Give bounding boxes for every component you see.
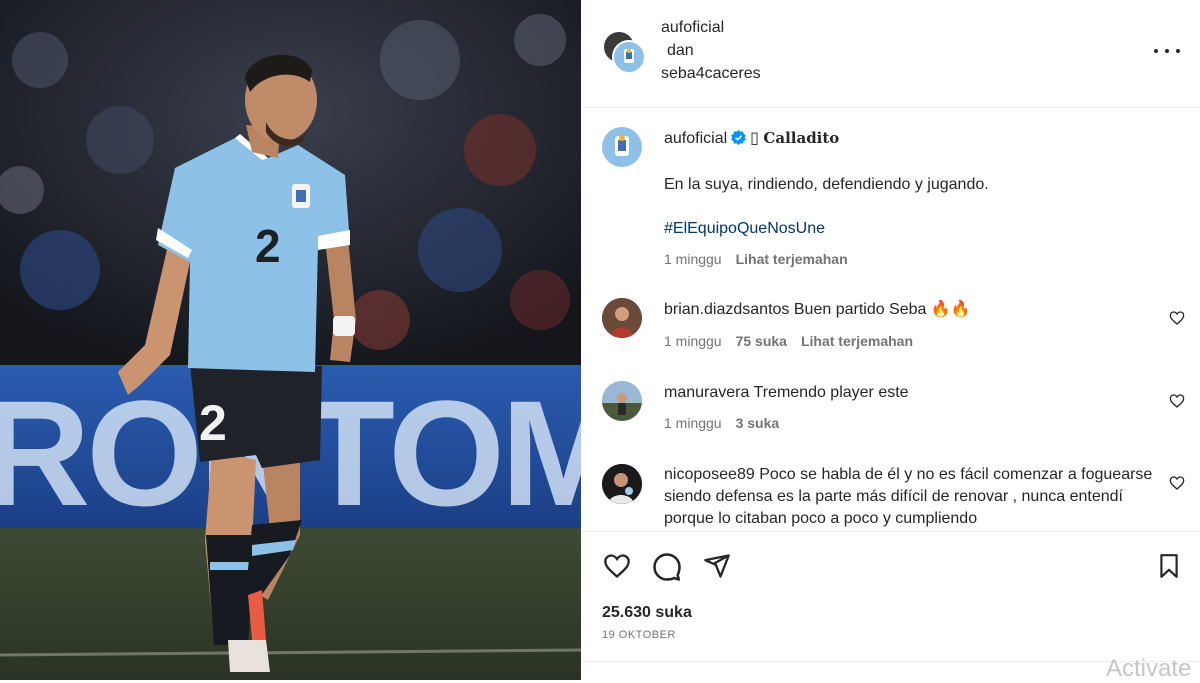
share-send-icon[interactable] [702, 552, 732, 580]
post-header: aufoficial dan seba4caceres [581, 0, 1200, 108]
commenter-avatar[interactable] [602, 298, 642, 338]
caption-first-line: aufoficial ▯ Calladito [664, 127, 1160, 150]
comment-translate-link[interactable]: Lihat terjemahan [801, 333, 913, 349]
caption-title: Calladito [763, 129, 840, 147]
post-details-panel: aufoficial dan seba4caceres aufoficial ▯ … [581, 0, 1200, 680]
comment-text: Buen partido Seba 🔥🔥 [793, 301, 971, 318]
comment-username[interactable]: manuravera [664, 384, 749, 401]
commenter-avatar[interactable] [602, 464, 642, 504]
comment-likes[interactable]: 75 suka [736, 333, 787, 349]
caption-text: En la suya, rindiendo, defendiendo y jug… [664, 176, 989, 193]
comment-item: nicoposee89 Poco se habla de él y no es … [581, 464, 1200, 531]
post-header-names: aufoficial dan seba4caceres [661, 16, 761, 85]
caption-avatar[interactable] [602, 127, 642, 167]
comment-body: brian.diazdsantos Buen partido Seba 🔥🔥 [664, 299, 1160, 321]
comment-like-heart-icon[interactable] [1169, 475, 1185, 491]
shorts-number: 2 [199, 395, 227, 451]
comment-body: manuravera Tremendo player este [664, 382, 1160, 404]
collaborator-username-link[interactable]: seba4caceres [661, 62, 761, 85]
comment-time[interactable]: 1 minggu [664, 333, 722, 349]
comment-meta: 1 minggu 75 suka Lihat terjemahan [664, 333, 927, 349]
comment-like-heart-icon[interactable] [1169, 310, 1185, 326]
caption-meta: 1 minggu Lihat terjemahan [664, 251, 862, 267]
comment-username[interactable]: nicoposee89 [664, 466, 755, 483]
comment-time[interactable]: 1 minggu [664, 415, 722, 431]
collab-connector: dan [667, 42, 694, 59]
comment-like-heart-icon[interactable] [1169, 393, 1185, 409]
more-options-icon[interactable] [1154, 41, 1180, 61]
author-avatar[interactable] [612, 40, 646, 74]
comment-text: Tremendo player este [753, 384, 909, 401]
commenter-avatar[interactable] [602, 381, 642, 421]
caption-title-glyph: ▯ [750, 130, 759, 147]
post-date[interactable]: 19 OKTOBER [602, 629, 676, 641]
save-bookmark-icon[interactable] [1156, 552, 1182, 580]
caption-translate-link[interactable]: Lihat terjemahan [736, 251, 848, 267]
caption-username[interactable]: aufoficial [664, 130, 727, 147]
jersey-number: 2 [255, 220, 281, 272]
caption-hashtag-link[interactable]: #ElEquipoQueNosUne [664, 218, 1160, 240]
comment-username[interactable]: brian.diazdsantos [664, 301, 789, 318]
player-photo-illustration: RONTOME 2 [0, 0, 581, 680]
comment-meta: 1 minggu 3 suka [664, 415, 793, 431]
author-username-link[interactable]: aufoficial [661, 16, 761, 39]
caption-time[interactable]: 1 minggu [664, 251, 722, 267]
comment-bubble-icon[interactable] [652, 552, 682, 582]
collab-avatars[interactable] [602, 30, 646, 74]
activate-windows-watermark: Activate [1106, 655, 1192, 682]
post-photo[interactable]: RONTOME 2 [0, 0, 581, 680]
verified-badge-icon [731, 130, 747, 145]
like-count[interactable]: 25.630 suka [602, 604, 692, 622]
comment-body: nicoposee89 Poco se habla de él y no es … [664, 464, 1160, 530]
like-heart-icon[interactable] [602, 552, 632, 580]
comment-likes[interactable]: 3 suka [736, 415, 780, 431]
